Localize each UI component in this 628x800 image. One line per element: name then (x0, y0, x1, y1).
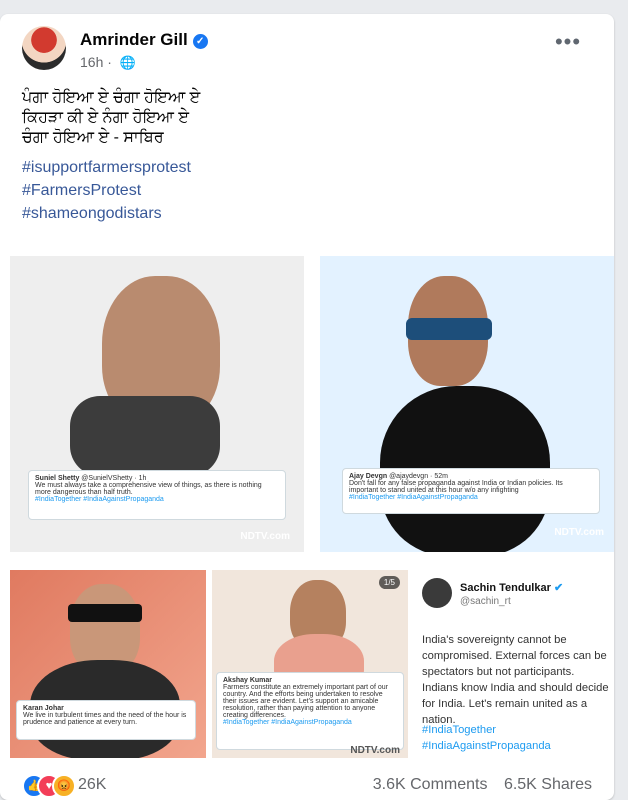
tweet-text: India's sovereignty cannot be compromise… (422, 634, 609, 726)
tweet-handle: @SunielVShetty · 1h (81, 475, 147, 482)
ndtv-watermark: NDTV.com (240, 531, 290, 542)
photo-tile-4[interactable]: 1/5 Akshay Kumar Farmers constitute an e… (212, 570, 408, 758)
author-avatar[interactable] (22, 26, 66, 70)
engagement-stats: 3.6K Comments 6.5K Shares (373, 776, 592, 794)
tweet-tag: #IndiaTogether (422, 724, 497, 736)
tweet-author: Karan Johar (23, 705, 64, 712)
post-meta: 16h · 🌐 (80, 54, 136, 71)
photo-tile-2[interactable]: Ajay Devgn @ajaydevgn · 52m Don't fall f… (320, 256, 614, 552)
tweet-author: Ajay Devgn (349, 473, 388, 480)
verified-badge-icon: ✔ (553, 582, 564, 594)
tweet-text: Farmers constitute an extremely importan… (223, 684, 388, 719)
tweet-text: We must always take a comprehensive view… (35, 482, 262, 496)
post-card: Amrinder Gill ✓ 16h · 🌐 ••• ਪੰਗਾ ਹੋਇਆ ਏ ਚ… (0, 14, 614, 800)
tweet-tags: #IndiaTogether #IndiaAgainstPropaganda (223, 719, 352, 726)
shares-count[interactable]: 6.5K Shares (504, 776, 592, 793)
hashtag-list: #isupportfarmersprotest #FarmersProtest … (22, 156, 191, 225)
tweet-author-text: Sachin Tendulkar (460, 582, 551, 594)
tweet-card: Akshay Kumar Farmers constitute an extre… (216, 672, 404, 750)
tweet-header: Sachin Tendulkar ✔ @sachin_rt (422, 578, 608, 614)
post-footer: 👍 ♥ 😡 26K 3.6K Comments 6.5K Shares (0, 762, 614, 800)
ndtv-watermark: NDTV.com (350, 745, 400, 756)
tweet-card: Ajay Devgn @ajaydevgn · 52m Don't fall f… (342, 468, 600, 514)
post-header: Amrinder Gill ✓ 16h · 🌐 ••• (22, 26, 594, 74)
hashtag-link[interactable]: #FarmersProtest (22, 179, 191, 202)
sunglasses (406, 318, 492, 340)
globe-icon: 🌐 (119, 55, 136, 70)
tweet-handle: @ajaydevgn · 52m (389, 473, 448, 480)
more-options-icon[interactable]: ••• (554, 31, 582, 60)
tweet-text: Don't fall for any false propaganda agai… (349, 480, 563, 494)
angry-reaction-icon: 😡 (52, 774, 76, 798)
photo-tile-5[interactable]: Sachin Tendulkar ✔ @sachin_rt India's so… (414, 570, 614, 758)
author-name-text[interactable]: Amrinder Gill (80, 30, 188, 49)
tweet-handle: @sachin_rt (460, 596, 511, 607)
author-name[interactable]: Amrinder Gill ✓ (80, 30, 208, 50)
verified-badge-icon: ✓ (192, 34, 208, 49)
hashtag-link[interactable]: #isupportfarmersprotest (22, 156, 191, 179)
reaction-count[interactable]: 26K (78, 776, 106, 794)
glasses (68, 604, 142, 622)
tweet-author: Sachin Tendulkar ✔ (460, 581, 563, 594)
person-beard (70, 396, 220, 476)
tweet-card: Karan Johar We live in turbulent times a… (16, 700, 196, 740)
photo-counter: 1/5 (378, 576, 400, 589)
post-time[interactable]: 16h (80, 54, 103, 70)
tweet-card: Suniel Shetty @SunielVShetty · 1h We mus… (28, 470, 286, 520)
post-text: ਪੰਗਾ ਹੋਇਆ ਏ ਚੰਗਾ ਹੋਇਆ ਏ ਕਿਹੜਾ ਕੀ ਏ ਨੰਗਾ … (22, 88, 582, 148)
post-text-line: ਕਿਹੜਾ ਕੀ ਏ ਨੰਗਾ ਹੋਇਆ ਏ (22, 109, 189, 126)
hashtag-link[interactable]: #shameongodistars (22, 202, 191, 225)
dot-separator: · (107, 54, 112, 70)
tweet-author: Suniel Shetty (35, 475, 80, 482)
photo-grid: Suniel Shetty @SunielVShetty · 1h We mus… (0, 250, 614, 760)
photo-tile-3[interactable]: Karan Johar We live in turbulent times a… (10, 570, 206, 758)
tweet-author: Akshay Kumar (223, 677, 273, 684)
post-text-line: ਪੰਗਾ ਹੋਇਆ ਏ ਚੰਗਾ ਹੋਇਆ ਏ (22, 89, 201, 106)
tweet-tags: #IndiaTogether #IndiaAgainstPropaganda (35, 496, 164, 503)
tweet-avatar (422, 578, 452, 608)
tweet-text: We live in turbulent times and the need … (23, 712, 187, 726)
photo-tile-1[interactable]: Suniel Shetty @SunielVShetty · 1h We mus… (10, 256, 304, 552)
tweet-tags: #IndiaTogether #IndiaAgainstPropaganda (349, 494, 478, 501)
tweet-tag: #IndiaAgainstPropaganda (422, 740, 551, 752)
post-text-line: ਚੰਗਾ ਹੋਇਆ ਏ - ਸਾਬਿਰ (22, 129, 164, 146)
tweet-tags: #IndiaTogether #IndiaAgainstPropaganda (422, 722, 551, 754)
ndtv-watermark: NDTV.com (554, 527, 604, 538)
comments-count[interactable]: 3.6K Comments (373, 776, 488, 793)
